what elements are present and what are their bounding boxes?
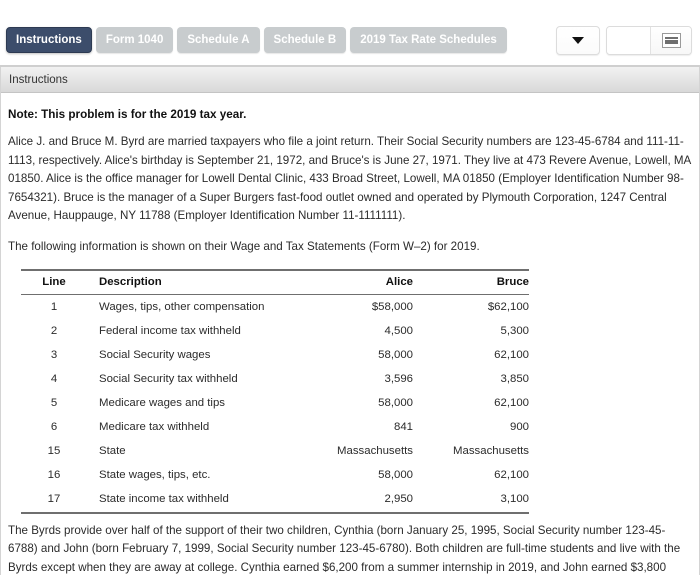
chevron-down-icon	[572, 37, 584, 44]
cell-alice: 58,000	[378, 468, 413, 481]
cell-line: 4	[50, 372, 58, 385]
w2-table-body: 1 Wages, tips, other compensation $58,000 $…	[21, 294, 529, 513]
cell-bruce: 62,100	[494, 348, 529, 361]
tab-2019-tax-rate-schedules[interactable]: 2019 Tax Rate Schedules	[350, 27, 507, 53]
cell-bruce: 3,850	[500, 372, 529, 385]
cell-alice: $58,000	[371, 300, 413, 313]
instructions-content: Note: This problem is for the 2019 tax y…	[1, 93, 699, 575]
cell-alice: 841	[393, 420, 413, 433]
cell-bruce: $62,100	[487, 300, 529, 313]
table-row: 5 Medicare wages and tips 58,000 62,100	[21, 391, 529, 415]
table-row: 4 Social Security tax withheld 3,596 3,850	[21, 367, 529, 391]
dropdown-button[interactable]	[556, 26, 600, 55]
cell-alice: 4,500	[384, 324, 413, 337]
w2-table-head: Line Description Alice Bruce	[21, 269, 529, 295]
hamburger-menu-icon	[661, 33, 681, 48]
tax-year-note: Note: This problem is for the 2019 tax y…	[8, 108, 247, 121]
table-row: 17 State income tax withheld 2,950 3,100	[21, 487, 529, 513]
cell-description: State wages, tips, etc.	[99, 468, 211, 481]
cell-description: Medicare tax withheld	[99, 420, 210, 433]
section-header-label: Instructions	[9, 73, 68, 86]
column-header-alice: Alice	[385, 275, 413, 288]
cell-description: Social Security tax withheld	[99, 372, 238, 385]
tab-schedule-a[interactable]: Schedule A	[177, 27, 260, 53]
table-row: 16 State wages, tips, etc. 58,000 62,100	[21, 463, 529, 487]
cell-line: 17	[47, 492, 61, 505]
table-row: 2 Federal income tax withheld 4,500 5,300	[21, 319, 529, 343]
application-window: Instructions Form 1040 Schedule A Schedule …	[0, 0, 700, 575]
table-row: 1 Wages, tips, other compensation $58,000 $…	[21, 294, 529, 319]
cell-alice: 2,950	[384, 492, 413, 505]
cell-line: 15	[47, 444, 61, 457]
paragraph-children: The Byrds provide over half of the suppo…	[8, 523, 681, 574]
w2-table-header-row: Line Description Alice Bruce	[21, 269, 529, 295]
paragraph-w2-intro: The following information is shown on th…	[8, 239, 480, 253]
tab-strip: Instructions Form 1040 Schedule A Schedule …	[6, 27, 507, 53]
column-header-bruce: Bruce	[496, 275, 529, 288]
column-header-description: Description	[99, 275, 162, 288]
toolbar: Instructions Form 1040 Schedule A Schedule …	[0, 20, 700, 67]
cell-line: 3	[50, 348, 58, 361]
window-top-gutter	[0, 0, 700, 20]
cell-alice: 58,000	[378, 396, 413, 409]
cell-line: 2	[50, 324, 58, 337]
tab-schedule-b[interactable]: Schedule B	[263, 27, 347, 53]
table-row: 15 State Massachusetts Massachusetts	[21, 439, 529, 463]
cell-description: Medicare wages and tips	[99, 396, 225, 409]
column-header-line: Line	[42, 275, 66, 288]
cell-description: State income tax withheld	[99, 492, 229, 505]
section-header: Instructions	[1, 67, 699, 93]
cell-bruce: Massachusetts	[453, 444, 529, 457]
cell-line: 6	[50, 420, 58, 433]
tab-form-1040[interactable]: Form 1040	[95, 27, 174, 53]
cell-line: 16	[47, 468, 61, 481]
table-row: 3 Social Security wages 58,000 62,100	[21, 343, 529, 367]
table-row: 6 Medicare tax withheld 841 900	[21, 415, 529, 439]
paragraph-taxpayer-info: Alice J. and Bruce M. Byrd are married t…	[8, 135, 691, 223]
w2-table: Line Description Alice Bruce 1 Wages, tip…	[21, 269, 529, 514]
cell-line: 5	[50, 396, 58, 409]
cell-bruce: 62,100	[494, 396, 529, 409]
cell-description: Wages, tips, other compensation	[99, 300, 265, 313]
cell-description: Social Security wages	[99, 348, 211, 361]
cell-line: 1	[50, 300, 58, 313]
cell-alice: 58,000	[378, 348, 413, 361]
menu-button[interactable]	[651, 27, 691, 54]
tab-instructions[interactable]: Instructions	[6, 27, 92, 53]
cell-bruce: 5,300	[500, 324, 529, 337]
cell-description: State	[99, 444, 126, 457]
cell-description: Federal income tax withheld	[99, 324, 241, 337]
cell-bruce: 3,100	[500, 492, 529, 505]
field-and-menu-group	[606, 26, 692, 55]
content-panel: Instructions Note: This problem is for t…	[0, 67, 700, 575]
cell-bruce: 900	[509, 420, 529, 433]
blank-input-field[interactable]	[607, 27, 651, 54]
cell-alice: Massachusetts	[337, 444, 413, 457]
toolbar-controls	[556, 26, 692, 55]
cell-bruce: 62,100	[494, 468, 529, 481]
cell-alice: 3,596	[384, 372, 413, 385]
